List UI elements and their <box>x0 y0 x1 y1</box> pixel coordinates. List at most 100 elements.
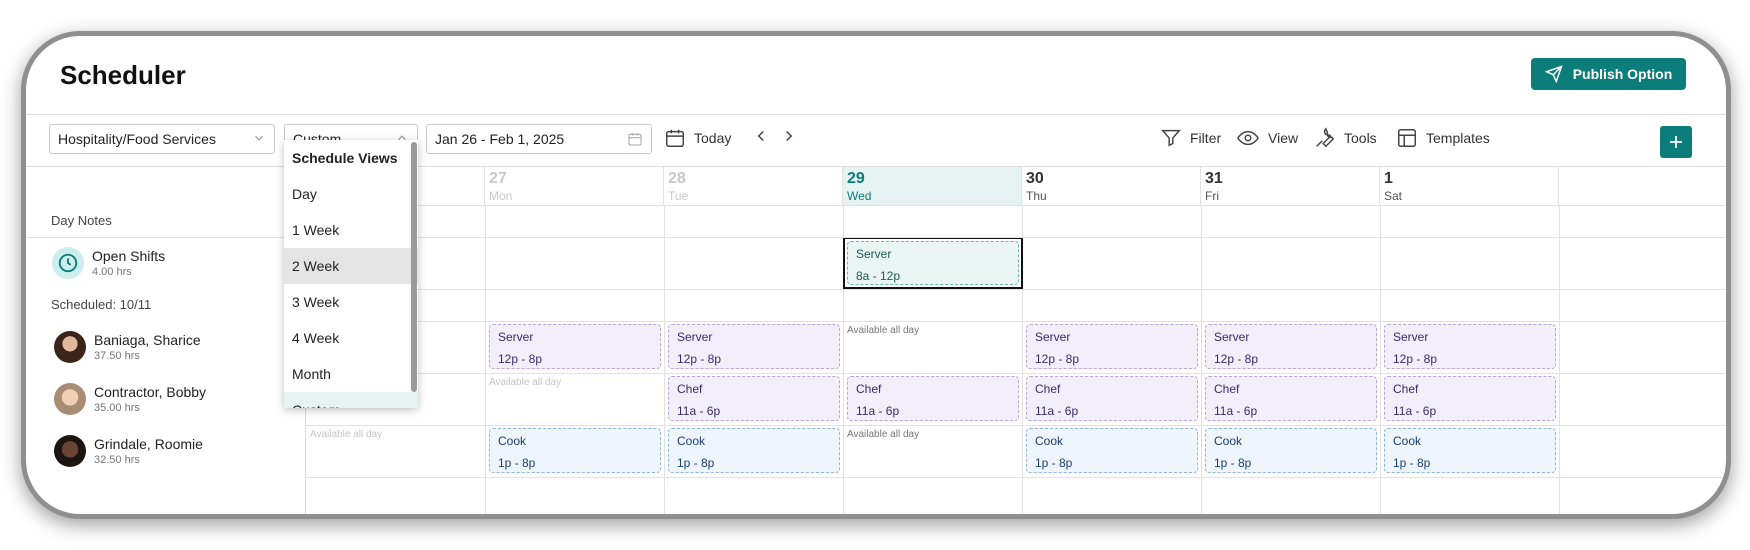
avatar <box>54 435 86 467</box>
tools-button[interactable]: Tools <box>1314 127 1377 149</box>
wrench-icon <box>1316 127 1335 148</box>
shift-role: Cook <box>677 434 706 448</box>
shift-time: 8a - 12p <box>856 269 901 283</box>
day-header-wed[interactable]: 29 Wed <box>843 167 1022 205</box>
shift-role: Server <box>1035 330 1071 344</box>
shift-time: 12p - 8p <box>1214 352 1259 366</box>
day-header-thu[interactable]: 30 Thu <box>1022 167 1201 205</box>
send-icon <box>1544 65 1563 83</box>
shift-card[interactable]: Chef 11a - 6p <box>1026 376 1198 421</box>
day-notes-label: Day Notes <box>51 213 112 228</box>
shift-card[interactable]: Chef 11a - 6p <box>668 376 840 421</box>
shift-card[interactable]: Cook 1p - 8p <box>489 428 661 473</box>
shift-card[interactable]: Server 12p - 8p <box>668 324 840 369</box>
clock-icon <box>52 247 84 279</box>
menu-item-1-week[interactable]: 1 Week <box>284 212 418 248</box>
view-button[interactable]: View <box>1236 127 1298 149</box>
row-divider <box>26 237 1726 238</box>
availability-note: Available all day <box>489 377 562 388</box>
open-shifts-hours: 4.00 hrs <box>92 266 132 278</box>
row-divider <box>306 373 1726 374</box>
schedule-views-menu: Schedule Views Day 1 Week 2 Week 3 Week … <box>284 140 418 408</box>
shift-role: Chef <box>1035 382 1061 396</box>
shift-card[interactable]: Cook 1p - 8p <box>668 428 840 473</box>
department-select[interactable]: Hospitality/Food Services <box>49 124 275 154</box>
shift-card[interactable]: Cook 1p - 8p <box>1384 428 1556 473</box>
employee-row[interactable]: Grindale, Roomie 32.50 hrs <box>54 435 203 467</box>
day-header-fri[interactable]: 31 Fri <box>1201 167 1380 205</box>
shift-card[interactable]: Server 12p - 8p <box>489 324 661 369</box>
employee-name: Baniaga, Sharice <box>94 332 201 348</box>
day-number: 29 <box>847 170 865 187</box>
today-button[interactable]: Today <box>664 127 731 149</box>
availability-note: Available all day <box>847 429 920 440</box>
menu-scrollbar[interactable] <box>411 142 417 392</box>
shift-card[interactable]: Server 12p - 8p <box>1205 324 1377 369</box>
shift-role: Chef <box>1393 382 1419 396</box>
row-divider <box>306 425 1726 426</box>
date-range-field[interactable]: Jan 26 - Feb 1, 2025 <box>426 124 652 154</box>
view-label: View <box>1268 130 1299 146</box>
day-name: Wed <box>847 189 872 203</box>
shift-card[interactable]: Chef 11a - 6p <box>847 376 1019 421</box>
shift-role: Server <box>1393 330 1429 344</box>
scheduled-count: Scheduled: 10/11 <box>51 297 152 312</box>
toolbar: Hospitality/Food Services Custom Jan 26 … <box>26 114 1726 167</box>
filter-icon <box>1161 129 1181 147</box>
shift-role: Cook <box>1393 434 1422 448</box>
day-number: 28 <box>668 170 686 187</box>
templates-button[interactable]: Templates <box>1396 127 1490 149</box>
shift-time: 12p - 8p <box>677 352 722 366</box>
shift-card[interactable]: Cook 1p - 8p <box>1026 428 1198 473</box>
menu-item-4-week[interactable]: 4 Week <box>284 320 418 356</box>
shift-time: 11a - 6p <box>1214 404 1258 418</box>
shift-role: Chef <box>856 382 882 396</box>
avatar <box>54 331 86 363</box>
publish-option-label: Publish Option <box>1572 66 1673 82</box>
day-header-sat[interactable]: 1 Sat <box>1380 167 1559 205</box>
tools-label: Tools <box>1344 130 1377 146</box>
day-name: Tue <box>668 189 689 203</box>
shift-card[interactable]: Cook 1p - 8p <box>1205 428 1377 473</box>
shift-time: 11a - 6p <box>856 404 900 418</box>
employee-column: Day Notes Open Shifts 4.00 hrs Scheduled… <box>26 167 306 514</box>
chevron-left-icon <box>757 130 764 142</box>
day-name: Thu <box>1026 189 1047 203</box>
shift-time: 1p - 8p <box>1214 456 1252 470</box>
shift-card[interactable]: Server 12p - 8p <box>1026 324 1198 369</box>
day-header-tue[interactable]: 28 Tue <box>664 167 843 205</box>
day-name: Mon <box>489 189 513 203</box>
menu-item-day[interactable]: Day <box>284 176 418 212</box>
shift-card[interactable]: Chef 11a - 6p <box>1384 376 1556 421</box>
chevron-down-icon <box>255 135 263 141</box>
calendar-icon <box>628 133 642 146</box>
filter-button[interactable]: Filter <box>1160 127 1221 149</box>
menu-item-custom[interactable]: Custom <box>284 392 418 408</box>
previous-week-button[interactable] <box>752 127 770 145</box>
menu-item-3-week[interactable]: 3 Week <box>284 284 418 320</box>
publish-option-button[interactable]: Publish Option <box>1531 58 1686 90</box>
next-week-button[interactable] <box>780 127 798 145</box>
open-shift-card[interactable]: Server 8a - 12p <box>847 241 1019 285</box>
employee-row[interactable]: Contractor, Bobby 35.00 hrs <box>54 383 206 415</box>
column-divider <box>1201 205 1202 514</box>
today-label: Today <box>694 130 732 146</box>
employee-row[interactable]: Baniaga, Sharice 37.50 hrs <box>54 331 201 363</box>
shift-card[interactable]: Server 12p - 8p <box>1384 324 1556 369</box>
menu-item-2-week[interactable]: 2 Week <box>284 248 418 284</box>
shift-role: Chef <box>677 382 703 396</box>
add-button[interactable] <box>1660 126 1692 158</box>
avatar <box>54 383 86 415</box>
shift-card[interactable]: Chef 11a - 6p <box>1205 376 1377 421</box>
day-name: Sat <box>1384 189 1403 203</box>
shift-role: Server <box>1214 330 1250 344</box>
open-shifts-row[interactable]: Open Shifts 4.00 hrs <box>52 247 165 279</box>
shift-role: Cook <box>1035 434 1064 448</box>
eye-icon <box>1237 130 1259 146</box>
shift-time: 12p - 8p <box>498 352 543 366</box>
day-header-mon[interactable]: 27 Mon <box>485 167 664 205</box>
day-number: 30 <box>1026 170 1044 187</box>
day-number: 1 <box>1384 170 1393 187</box>
calendar-icon <box>666 129 684 147</box>
menu-item-month[interactable]: Month <box>284 356 418 392</box>
